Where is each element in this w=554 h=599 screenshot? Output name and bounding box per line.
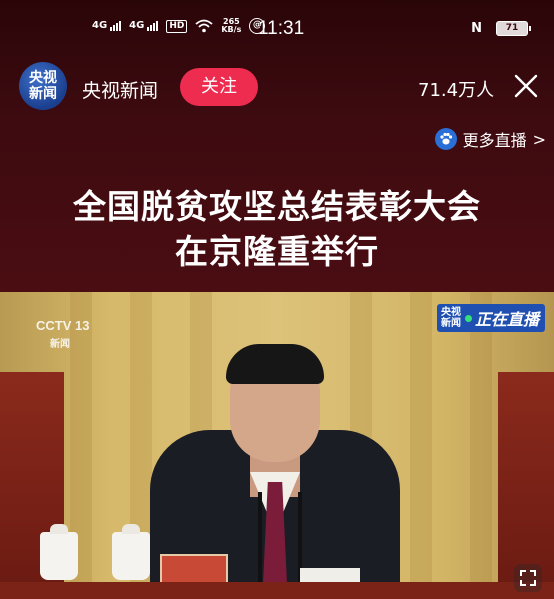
- page-title: 全国脱贫攻坚总结表彰大会 在京隆重举行: [0, 184, 554, 274]
- status-right: N 71: [471, 21, 531, 36]
- viewer-count: 71.4万人: [418, 80, 495, 101]
- logo-line-2: 新闻: [29, 86, 57, 102]
- headline-line-2: 在京隆重举行: [175, 232, 379, 271]
- battery-indicator: 71: [496, 21, 531, 36]
- wifi-icon: [195, 19, 213, 33]
- hd-voice-icon: HD: [166, 19, 188, 33]
- video-player[interactable]: CCTV 13 新闻 央视 新闻 正在直播: [0, 292, 554, 599]
- close-icon[interactable]: [512, 72, 540, 100]
- channel-name[interactable]: 央视新闻: [82, 76, 158, 103]
- microphone: [258, 492, 262, 582]
- watermark-brand: CCTV 13: [36, 318, 90, 333]
- more-live-link[interactable]: 更多直播 >: [434, 127, 546, 151]
- status-bar: 4G 4G HD 265 KB/s @ 11:31 N 71: [0, 8, 554, 48]
- logo-line-1: 央视: [29, 70, 57, 86]
- fullscreen-icon[interactable]: [514, 564, 542, 592]
- live-badge: 央视 新闻 正在直播: [437, 304, 546, 332]
- channel-row: 央视 新闻 央视新闻 关注 71.4万人: [0, 62, 554, 112]
- paw-icon: [434, 128, 457, 150]
- headline-line-1: 全国脱贫攻坚总结表彰大会: [73, 187, 481, 226]
- live-dot-icon: [465, 314, 472, 322]
- clock: 11:31: [258, 18, 305, 39]
- tea-cup: [112, 524, 150, 580]
- papers: [300, 568, 360, 582]
- badge-logo-2: 新闻: [441, 318, 461, 329]
- signal-1: 4G: [92, 20, 122, 31]
- tea-cup: [40, 524, 78, 580]
- nfc-icon: N: [471, 21, 482, 36]
- follow-button[interactable]: 关注: [180, 68, 258, 106]
- status-left: 4G 4G HD 265 KB/s @: [92, 18, 266, 34]
- network-speed: 265 KB/s: [221, 18, 241, 34]
- network-type-2: 4G: [129, 20, 145, 31]
- channel-avatar[interactable]: 央视 新闻: [19, 62, 67, 110]
- desk: [0, 582, 554, 599]
- more-live-label: 更多直播: [462, 131, 527, 150]
- badge-text: 正在直播: [475, 310, 540, 329]
- speaker-hair: [226, 344, 324, 384]
- nameplate: [160, 554, 228, 584]
- channel-watermark: CCTV 13 新闻: [36, 318, 89, 350]
- badge-logo: 央视 新闻: [437, 307, 465, 329]
- speed-unit: KB/s: [221, 25, 242, 34]
- live-header: 4G 4G HD 265 KB/s @ 11:31 N 71 央视 新闻 央视新…: [0, 0, 554, 292]
- badge-logo-1: 央视: [441, 307, 461, 318]
- watermark-sub: 新闻: [50, 339, 70, 350]
- network-type-1: 4G: [92, 20, 108, 31]
- chevron-right-icon: >: [532, 129, 546, 149]
- signal-2: 4G: [129, 20, 159, 31]
